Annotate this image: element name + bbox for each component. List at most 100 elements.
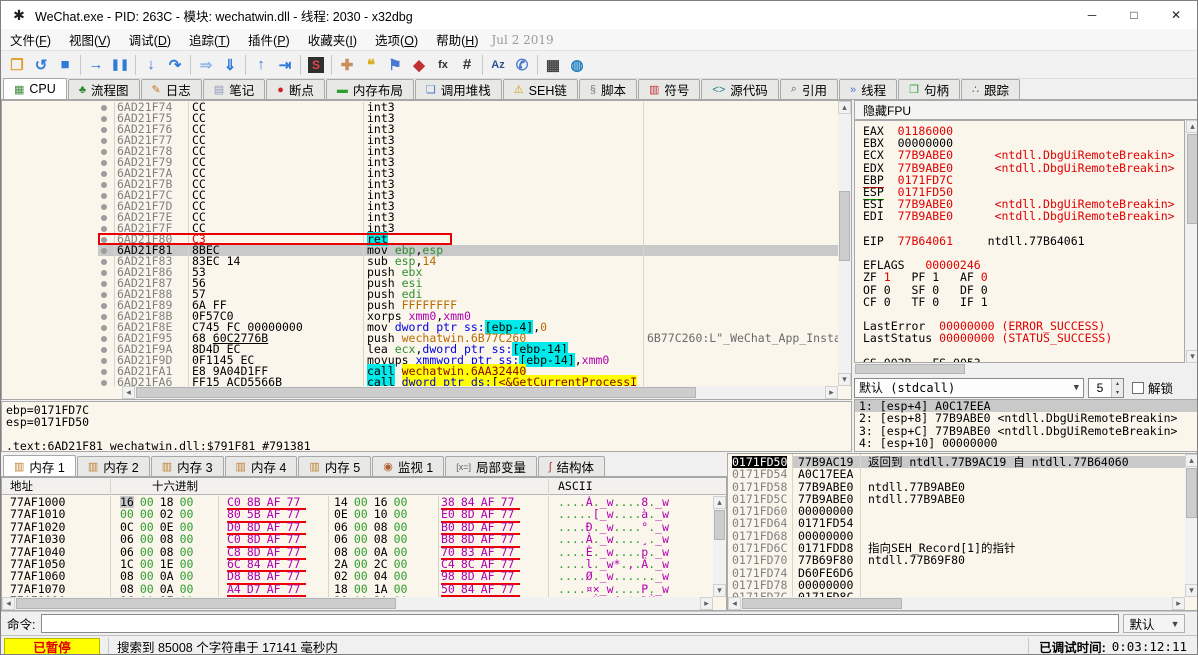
breakpoint-dot-icon[interactable] [101,160,107,166]
disasm-hscrollbar[interactable]: ◂ ▸ [122,386,838,399]
argument-row[interactable]: 2: [esp+8] 77B9ABE0 <ntdll.DbgUiRemoteBr… [855,412,1198,424]
disasm-row[interactable]: 6AD21F80C3ret [2,234,838,245]
stack-row[interactable]: 0171FD7077B69F80ntdll.77B69F80 [728,554,1185,566]
command-profile-select[interactable]: 默认 ▼ [1123,614,1185,633]
disassembly-pane[interactable]: 6AD21F74CCint36AD21F75CCint36AD21F76CCin… [1,100,852,400]
labels-icon[interactable]: ⚑ [383,53,407,77]
breakpoint-dot-icon[interactable] [101,292,107,298]
breakpoint-dot-icon[interactable] [101,270,107,276]
stack-row[interactable]: 0171FD640171FD54 [728,517,1185,529]
stack-vscrollbar[interactable]: ▴ ▾ [1185,454,1198,597]
minimize-icon[interactable]: ─ [1071,1,1113,29]
memory-tab-结构体[interactable]: ʃ结构体 [538,456,605,476]
tab-跟踪[interactable]: ∴跟踪 [961,79,1020,99]
register-line[interactable]: CF 0 TF 0 IF 1 [863,296,1184,308]
scroll-left-icon[interactable]: ◂ [2,597,15,610]
close-icon[interactable]: ✕ [1155,1,1197,29]
unlock-checkbox[interactable] [1132,382,1144,394]
disasm-row[interactable]: 6AD21FA6FF15 ACD5566Bcall dword ptr ds:[… [2,377,838,386]
breakpoint-dot-icon[interactable] [101,248,107,254]
registers-vscrollbar[interactable]: ▴ ▾ [1186,120,1198,363]
breakpoint-dot-icon[interactable] [101,303,107,309]
breakpoint-dot-icon[interactable] [101,138,107,144]
scroll-up-icon[interactable]: ▴ [1186,120,1198,133]
tab-引用[interactable]: ⌕引用 [780,79,838,99]
tab-断点[interactable]: ●断点 [266,79,325,99]
breakpoint-dot-icon[interactable] [101,369,107,375]
scroll-thumb[interactable] [136,387,696,398]
breakpoint-dot-icon[interactable] [101,193,107,199]
register-line[interactable]: EIP 77B64061 ntdll.77B64061 [863,235,1184,247]
patches-icon[interactable]: ✚ [335,53,359,77]
tab-调用堆栈[interactable]: ❏调用堆栈 [415,79,502,99]
memory-tab-局部变量[interactable]: [x=]局部变量 [445,456,537,476]
breakpoint-dot-icon[interactable] [101,347,107,353]
execute-till-return-icon[interactable]: ↑ [249,53,273,77]
scroll-up-icon[interactable]: ▴ [838,101,851,114]
scroll-thumb[interactable] [839,191,850,261]
breakpoint-dot-icon[interactable] [101,281,107,287]
memory-dump-pane[interactable]: 地址 十六进制 ASCII 77AF100016001800C08BAF7714… [1,477,727,611]
breakpoint-dot-icon[interactable] [101,259,107,265]
scroll-right-icon[interactable]: ▸ [825,386,838,399]
stack-row[interactable]: 0171FD7800000000 [728,579,1185,591]
memory-tab-内存 4[interactable]: ▥内存 4 [225,456,298,476]
breakpoint-dot-icon[interactable] [101,127,107,133]
restart-icon[interactable]: ↺ [29,53,53,77]
bookmarks-icon[interactable]: ◆ [407,53,431,77]
tab-线程[interactable]: »线程 [839,79,897,99]
functions-icon[interactable]: fx [431,53,455,77]
stack-row[interactable]: 0171FD74D60FE6D6 [728,567,1185,579]
spinner-down-icon[interactable]: ▾ [1112,388,1123,397]
scroll-right-icon[interactable]: ▸ [700,597,713,610]
memory-tab-内存 1[interactable]: ▥内存 1 [3,455,76,476]
memory-tab-内存 3[interactable]: ▥内存 3 [151,456,224,476]
stack-row[interactable]: 0171FD54A0C17EEA [728,468,1185,480]
argument-row[interactable]: 4: [esp+10] 00000000 [855,437,1198,449]
scroll-down-icon[interactable]: ▾ [1185,584,1198,597]
scroll-thumb[interactable] [1187,134,1198,224]
tab-SEH链[interactable]: ⚠SEH链 [503,79,578,99]
step-over-icon[interactable]: ↷ [163,53,187,77]
mnemonic-help-icon[interactable]: ✆ [510,53,534,77]
scroll-down-icon[interactable]: ▾ [1186,350,1198,363]
tab-内存布局[interactable]: ▬内存布局 [326,79,414,99]
animate-into-icon[interactable]: ⇒ [194,53,218,77]
scroll-thumb[interactable] [855,364,965,374]
breakpoint-dot-icon[interactable] [101,116,107,122]
breakpoint-dot-icon[interactable] [101,182,107,188]
tab-句柄[interactable]: ❒句柄 [898,79,960,99]
breakpoint-dot-icon[interactable] [101,358,107,364]
stack-row[interactable]: 0171FD5077B9AC19返回到 ntdll.77B9AC19 自 ntd… [728,456,1185,468]
scroll-thumb[interactable] [714,510,725,540]
open-file-icon[interactable]: ❐ [5,53,29,77]
arguments-list[interactable]: 1: [esp+4] A0C17EEA2: [esp+8] 77B9ABE0 <… [854,399,1198,452]
stack-row[interactable]: 0171FD6000000000 [728,505,1185,517]
scroll-up-icon[interactable]: ▴ [1185,454,1198,467]
stack-pane[interactable]: 0171FD5077B9AC19返回到 ntdll.77B9AC19 自 ntd… [727,453,1198,611]
breakpoint-dot-icon[interactable] [101,380,107,386]
breakpoint-dot-icon[interactable] [101,149,107,155]
tab-流程图[interactable]: ♣流程图 [68,79,140,99]
registers-list[interactable]: EAX 01186000EBX 00000000ECX 77B9ABE0 <nt… [854,120,1185,363]
tab-日志[interactable]: ✎日志 [141,79,202,99]
run-icon[interactable]: → [84,53,108,77]
snowman-icon[interactable]: # [455,53,479,77]
breakpoint-dot-icon[interactable] [101,171,107,177]
command-input[interactable] [41,614,1119,633]
stack-row[interactable]: 0171FD5C77B9ABE0ntdll.77B9ABE0 [728,493,1185,505]
scroll-thumb[interactable] [742,598,902,609]
register-line[interactable]: EDI 77B9ABE0 <ntdll.DbgUiRemoteBreakin> [863,210,1184,222]
hide-fpu-button[interactable]: 隐藏FPU [854,100,1198,120]
maximize-icon[interactable]: □ [1113,1,1155,29]
register-line[interactable]: LastStatus 00000000 (STATUS_SUCCESS) [863,332,1184,344]
memory-tab-内存 2[interactable]: ▥内存 2 [77,456,150,476]
step-into-icon[interactable]: ↓ [139,53,163,77]
menu-item[interactable]: 文件(F) [1,28,60,51]
scroll-thumb[interactable] [1186,468,1197,518]
disasm-vscrollbar[interactable]: ▴ ▾ [838,101,851,386]
menu-item[interactable]: 收藏夹(I) [299,28,366,51]
calling-convention-select[interactable]: 默认 (stdcall) ▼ [854,378,1084,398]
tab-笔记[interactable]: ▤笔记 [203,79,265,99]
calculator-icon[interactable]: ▦ [541,53,565,77]
